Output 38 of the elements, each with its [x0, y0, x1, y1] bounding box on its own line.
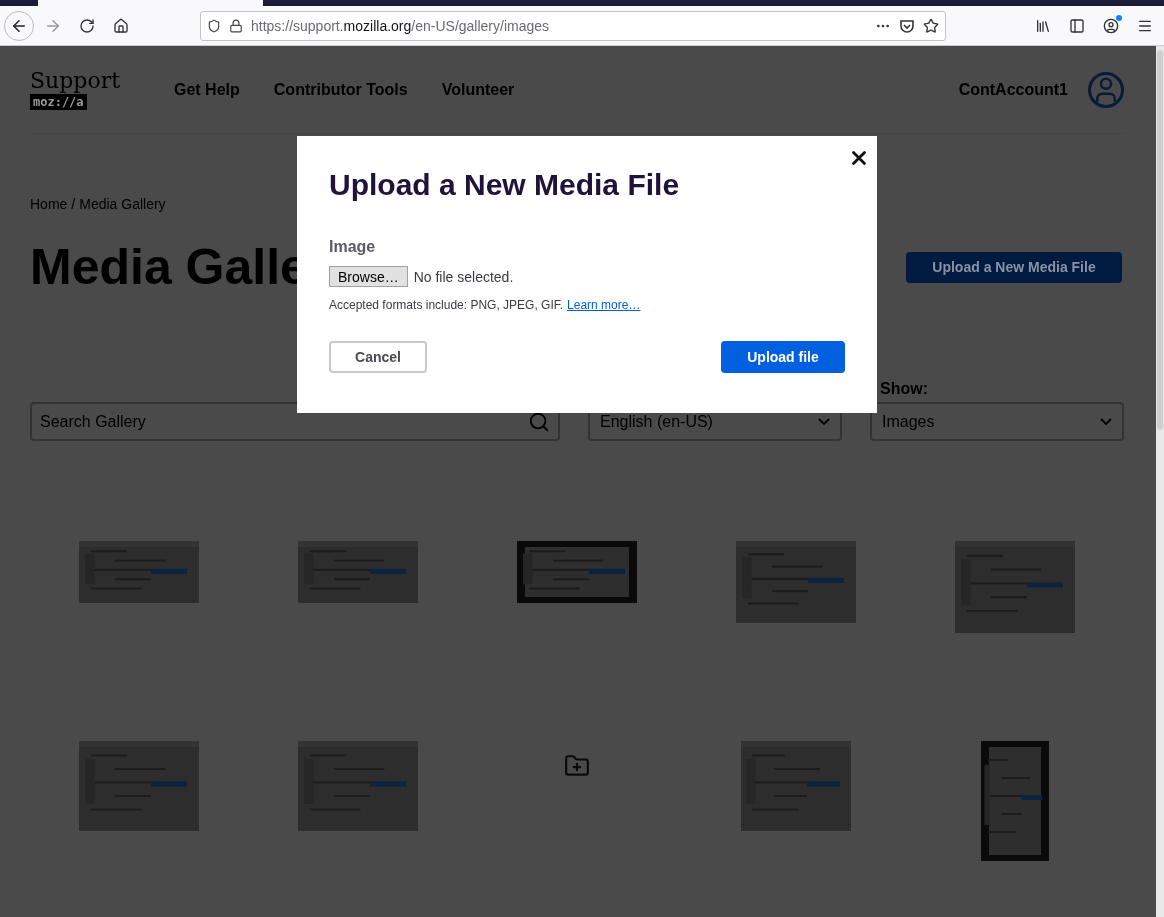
cancel-button[interactable]: Cancel [329, 341, 427, 373]
learn-more-link[interactable]: Learn more… [567, 298, 641, 312]
help-text: Accepted formats include: PNG, JPEG, GIF. [329, 298, 564, 312]
library-icon [1035, 17, 1051, 34]
chevron-down-icon [1100, 418, 1112, 425]
file-status: No file selected. [413, 268, 514, 285]
reload-icon [79, 17, 95, 34]
nav-link[interactable]: Volunteer [441, 80, 515, 99]
breadcrumb-link[interactable]: Media Gallery [79, 196, 166, 212]
home-icon [113, 17, 129, 34]
upload-file-button[interactable]: Upload file [721, 341, 845, 373]
star-icon[interactable] [923, 17, 939, 34]
account-name[interactable]: ContAccount1 [958, 80, 1068, 99]
field-label: Image [329, 238, 377, 256]
pocket-icon[interactable] [899, 17, 915, 34]
url-text: https://support.mozilla.org/en-US/gallery/images [251, 17, 551, 34]
show-select[interactable]: Images [870, 402, 1124, 441]
nav-link[interactable]: Contributor Tools [273, 80, 408, 99]
breadcrumb-link[interactable]: Home [30, 196, 68, 212]
breadcrumb-separator: / [71, 196, 76, 212]
address-bar[interactable]: https://support.mozilla.org/en-US/gallery/images [200, 10, 946, 41]
folder-plus-icon [564, 753, 590, 779]
scrollbar[interactable] [1156, 46, 1164, 917]
logo-title: Support [30, 69, 121, 92]
lock-icon [229, 18, 243, 33]
scrollbar-thumb[interactable] [1157, 50, 1163, 430]
chevron-down-icon [818, 418, 830, 425]
search-icon[interactable] [528, 411, 550, 433]
show-label: Show: [879, 380, 929, 398]
shield-icon [207, 18, 221, 33]
sidebar-icon [1069, 17, 1085, 34]
search-field[interactable]: Search Gallery [30, 402, 560, 441]
logo-badge: moz://a [30, 93, 87, 110]
upload-button[interactable]: Upload a New Media File [906, 251, 1122, 283]
browse-button[interactable]: Browse… [329, 266, 408, 287]
nav-link[interactable]: Get Help [174, 80, 240, 99]
dialog-title: Upload a New Media File [329, 168, 681, 202]
account-icon [1103, 17, 1119, 34]
